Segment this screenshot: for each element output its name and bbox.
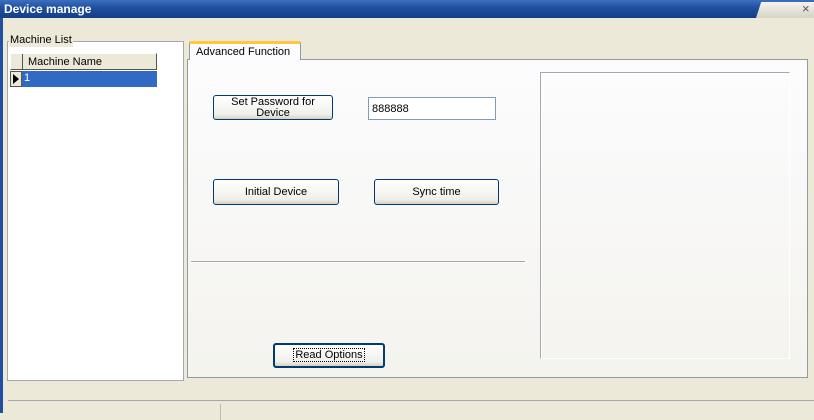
grid-header-corner <box>11 54 23 69</box>
machine-name-cell[interactable]: 1 <box>22 71 157 87</box>
machine-list-legend: Machine List <box>9 34 73 47</box>
window-left-border <box>0 18 3 413</box>
options-display-box <box>540 72 790 359</box>
initial-device-button[interactable]: Initial Device <box>213 179 339 205</box>
status-bar-panel <box>8 404 221 420</box>
close-icon[interactable]: × <box>802 1 810 16</box>
read-options-label: Read Options <box>293 348 365 362</box>
password-input[interactable] <box>368 97 496 120</box>
read-options-button[interactable]: Read Options <box>273 343 385 368</box>
device-manage-window: Device manage × Machine List Machine Nam… <box>0 0 814 420</box>
row-pointer-icon <box>13 74 19 84</box>
sync-time-button[interactable]: Sync time <box>374 179 499 205</box>
set-password-label-line2: Device <box>256 107 290 119</box>
window-title: Device manage <box>4 2 92 16</box>
row-indicator[interactable] <box>10 71 22 87</box>
machine-list-group <box>7 41 184 381</box>
tab-label: Advanced Function <box>196 46 291 58</box>
tab-advanced-function[interactable]: Advanced Function <box>189 41 301 60</box>
section-divider <box>191 261 525 263</box>
status-bar <box>8 400 814 420</box>
table-row[interactable]: 1 <box>10 71 157 87</box>
title-bar[interactable]: Device manage × <box>0 0 814 18</box>
column-header-machine-name[interactable]: Machine Name <box>28 56 102 68</box>
set-password-button[interactable]: Set Password for Device <box>213 95 333 120</box>
machine-grid-header: Machine Name <box>10 53 157 70</box>
